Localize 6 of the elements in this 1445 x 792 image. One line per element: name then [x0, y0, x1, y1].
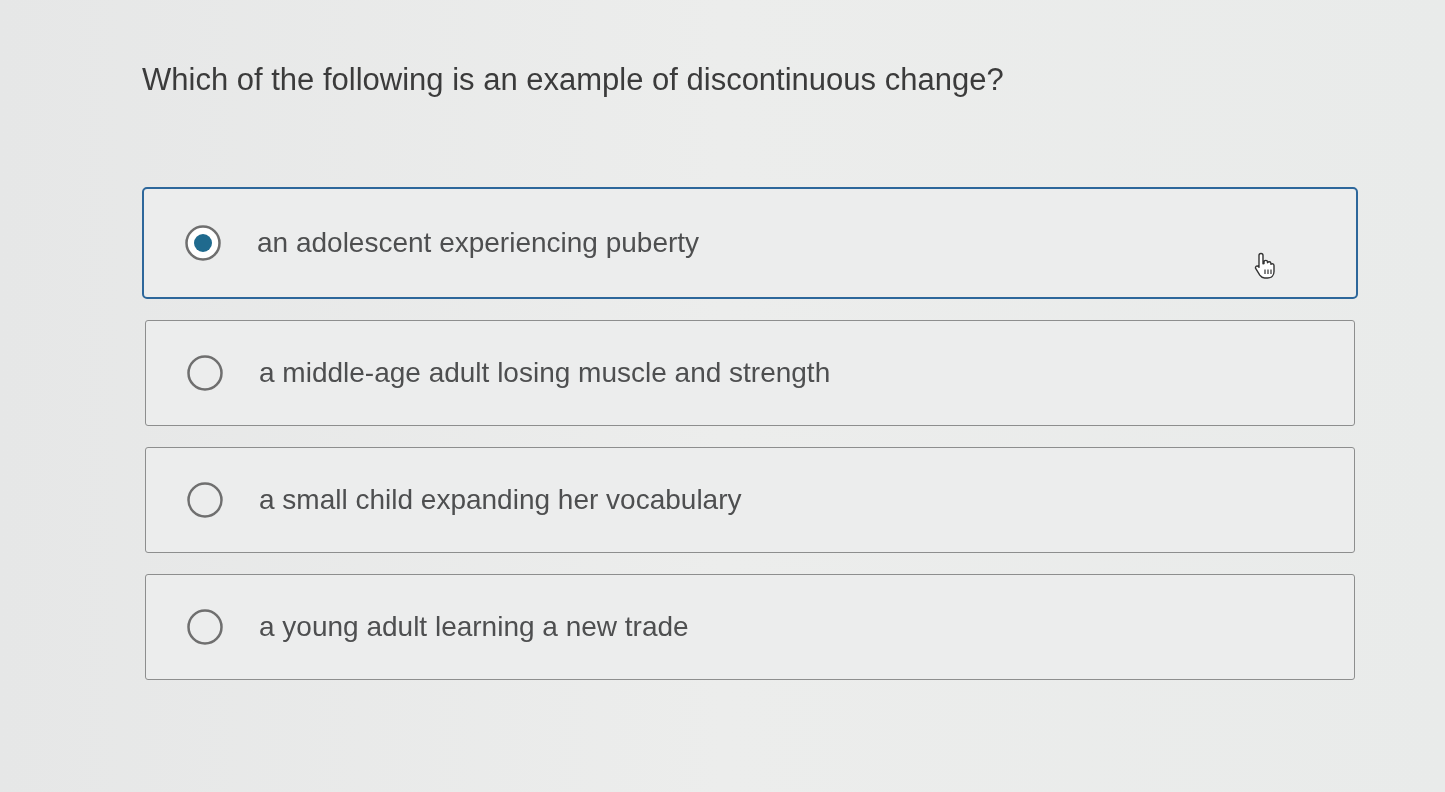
answer-option[interactable]: a middle-age adult losing muscle and strength: [145, 320, 1355, 426]
question-text: Which of the following is an example of discontinuous change?: [142, 61, 1005, 99]
answer-option[interactable]: a small child expanding her vocabulary: [145, 447, 1355, 553]
answer-option[interactable]: an adolescent experiencing puberty: [142, 187, 1358, 299]
hand-cursor-icon: [1254, 251, 1278, 279]
answer-option[interactable]: a young adult learning a new trade: [145, 574, 1355, 680]
